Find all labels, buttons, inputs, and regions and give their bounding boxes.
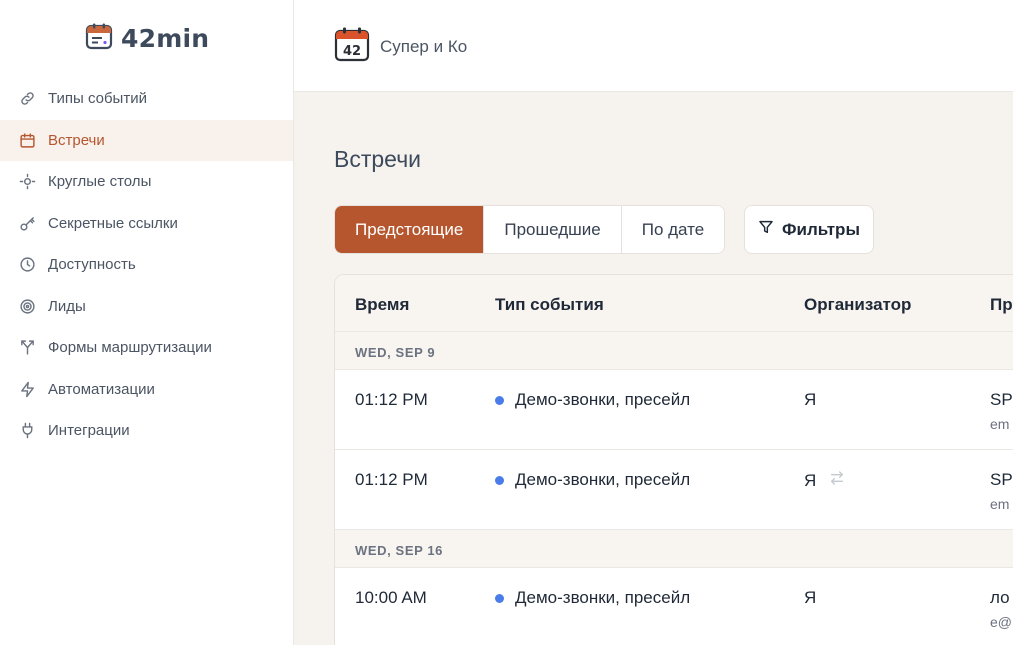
org-switcher[interactable]: 42 Супер и Ко (334, 26, 467, 67)
top-header: 42 Супер и Ко (294, 0, 1013, 92)
clock-icon (19, 256, 36, 273)
organizer-cell: Я (804, 588, 816, 608)
sidebar-item-label: Интеграции (48, 422, 130, 440)
sidebar-item-label: Типы событий (48, 90, 147, 108)
calendar-icon (19, 132, 36, 149)
event-color-dot (495, 475, 504, 485)
routing-icon (19, 339, 36, 356)
org-name: Супер и Ко (380, 36, 468, 56)
filters-button[interactable]: Фильтры (744, 205, 874, 254)
organizer-cell: Я (804, 470, 845, 491)
participant-email: em (990, 416, 1010, 432)
meeting-time: 01:12 PM (355, 390, 428, 409)
tab-past[interactable]: Прошедшие (484, 206, 622, 253)
sidebar-item-integrations[interactable]: Интеграции (0, 410, 293, 452)
lightning-icon (19, 381, 36, 398)
sidebar-item-label: Круглые столы (48, 173, 152, 191)
table-row[interactable]: 01:12 PM Демо-звонки, пресейл Я SPI em (335, 450, 1013, 530)
participant-name: SPI (990, 390, 1013, 409)
filters-label: Фильтры (782, 219, 860, 239)
tab-by-date[interactable]: По дате (621, 206, 725, 253)
participant-name: ло (990, 588, 1010, 607)
sidebar-item-label: Лиды (48, 297, 86, 315)
app-name: 42min (121, 24, 210, 53)
filter-icon (758, 219, 774, 240)
sidebar-nav: Типы событий Встречи Круглые столы Секре… (0, 78, 293, 452)
sidebar-item-label: Формы маршрутизации (48, 339, 212, 357)
event-type-label: Демо-звонки, пресейл (515, 588, 691, 607)
key-icon (19, 215, 36, 232)
target-icon (19, 298, 36, 315)
event-color-dot (495, 395, 504, 405)
sidebar-item-automations[interactable]: Автоматизации (0, 369, 293, 411)
sidebar-item-round-tables[interactable]: Круглые столы (0, 161, 293, 203)
org-calendar-icon: 42 (334, 26, 370, 67)
sidebar-item-label: Секретные ссылки (48, 214, 178, 232)
sidebar-item-availability[interactable]: Доступность (0, 244, 293, 286)
sidebar-item-routing-forms[interactable]: Формы маршрутизации (0, 327, 293, 369)
group-date: WED, SEP 16 (355, 543, 444, 558)
column-header-participant: Пр (990, 295, 1013, 314)
meeting-time: 10:00 AM (355, 588, 427, 607)
plug-icon (19, 422, 36, 439)
app-logo[interactable]: 42min (85, 22, 209, 55)
group-date: WED, SEP 9 (355, 345, 436, 360)
sidebar-item-meetings[interactable]: Встречи (0, 119, 293, 161)
participant-name: SPI (990, 470, 1013, 489)
date-group-header: WED, SEP 16 (335, 530, 1013, 568)
sidebar-item-leads[interactable]: Лиды (0, 286, 293, 328)
sidebar-item-label: Автоматизации (48, 380, 155, 398)
event-type-label: Демо-звонки, пресейл (515, 390, 691, 409)
organizer-name: Я (804, 588, 817, 607)
transfer-arrows-icon[interactable] (829, 470, 845, 491)
sidebar: 42min Типы событий Встречи Круглые столы… (0, 0, 294, 645)
meetings-tabs: Предстоящие Прошедшие По дате (334, 205, 726, 254)
main-content: Встречи Предстоящие Прошедшие По дате Фи… (294, 92, 1013, 645)
table-row[interactable]: 10:00 AM Демо-звонки, пресейл Я ло e@ (335, 568, 1013, 645)
sidebar-item-label: Доступность (48, 256, 136, 274)
organizer-name: Я (804, 390, 817, 409)
event-type-cell: Демо-звонки, пресейл (495, 390, 690, 410)
participant-email: em (990, 496, 1010, 512)
round-table-icon (19, 173, 36, 190)
column-header-organizer: Организатор (804, 295, 912, 314)
page-title: Встречи (334, 146, 422, 172)
sidebar-item-secret-links[interactable]: Секретные ссылки (0, 203, 293, 245)
meeting-time: 01:12 PM (355, 470, 428, 489)
organizer-name: Я (804, 470, 817, 490)
table-header: Время Тип события Организатор Пр (335, 275, 1013, 332)
participant-email: e@ (990, 614, 1012, 630)
calendar-logo-icon (85, 22, 113, 55)
date-group-header: WED, SEP 9 (335, 332, 1013, 370)
sidebar-item-event-types[interactable]: Типы событий (0, 78, 293, 120)
column-header-event-type: Тип события (495, 295, 604, 314)
column-header-time: Время (355, 295, 410, 314)
organizer-cell: Я (804, 390, 816, 410)
table-row[interactable]: 01:12 PM Демо-звонки, пресейл Я SPI em (335, 370, 1013, 450)
event-color-dot (495, 593, 504, 603)
event-type-label: Демо-звонки, пресейл (515, 470, 691, 489)
sidebar-item-label: Встречи (48, 131, 105, 149)
event-type-cell: Демо-звонки, пресейл (495, 470, 690, 490)
link-icon (19, 90, 36, 107)
meetings-table: Время Тип события Организатор Пр WED, SE… (334, 274, 1013, 645)
org-badge-number: 42 (343, 44, 361, 59)
tab-upcoming[interactable]: Предстоящие (335, 206, 485, 253)
event-type-cell: Демо-звонки, пресейл (495, 588, 690, 608)
